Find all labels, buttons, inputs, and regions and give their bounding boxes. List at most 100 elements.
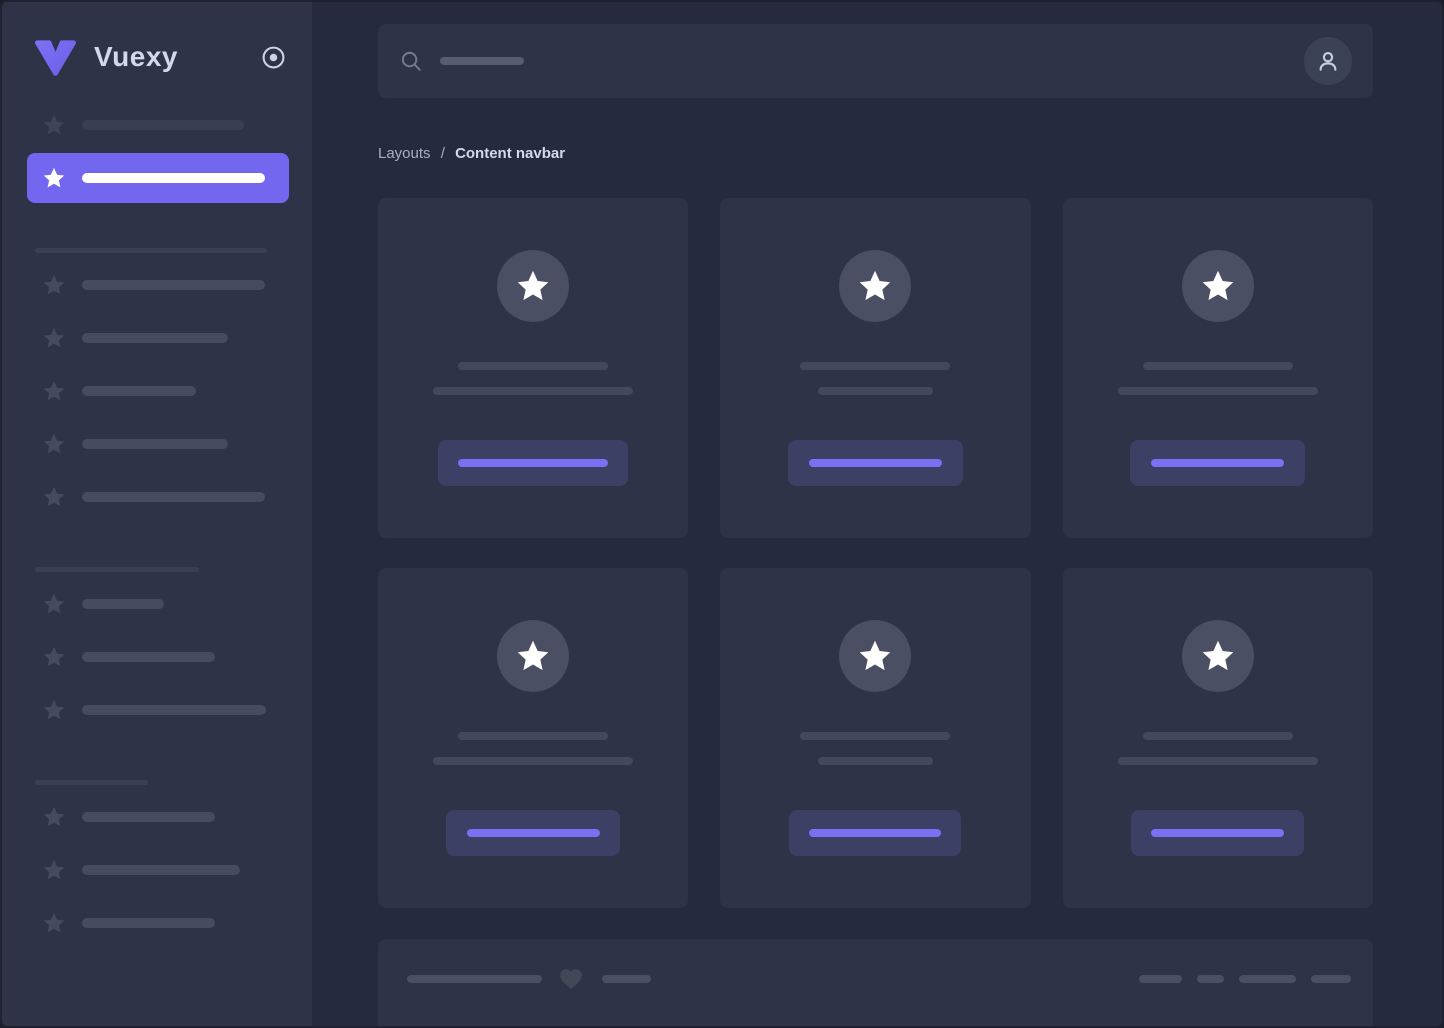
button-skeleton-bar [1151, 829, 1284, 837]
star-icon [1200, 638, 1236, 674]
card-skeleton-line [800, 362, 950, 370]
button-skeleton-bar [809, 459, 942, 467]
card-avatar [497, 620, 569, 692]
star-icon [857, 268, 893, 304]
brand-title: Vuexy [94, 41, 261, 73]
menu-item-skeleton-bar [82, 705, 266, 715]
menu-item-skeleton-bar [82, 173, 265, 183]
card-action-button[interactable] [789, 810, 961, 856]
card-skeleton-line [818, 757, 933, 765]
card-avatar [497, 250, 569, 322]
menu-item-skeleton-bar [82, 865, 240, 875]
sidebar-menu-item[interactable] [2, 100, 312, 150]
menu-item-skeleton-bar [82, 386, 196, 396]
button-skeleton-bar [467, 829, 600, 837]
footer-row [378, 939, 1373, 1019]
menu-item-skeleton-bar [82, 333, 228, 343]
card-action-button[interactable] [788, 440, 963, 486]
content-card [1063, 198, 1373, 538]
star-icon [42, 858, 66, 882]
menu-item-skeleton-bar [82, 280, 265, 290]
footer-skeleton-bar [602, 975, 651, 983]
content-card [378, 568, 688, 908]
card-skeleton-line [458, 362, 608, 370]
breadcrumb-parent[interactable]: Layouts [378, 145, 431, 162]
footer-right-group [1139, 975, 1351, 983]
card-grid [378, 198, 1373, 908]
sidebar-menu-item[interactable] [2, 366, 312, 416]
star-icon [42, 166, 66, 190]
star-icon [42, 805, 66, 829]
menu-item-skeleton-bar [82, 492, 265, 502]
footer-skeleton-bar [1197, 975, 1224, 983]
sidebar-section-header-skeleton [35, 780, 148, 785]
sidebar-menu-item[interactable] [2, 632, 312, 682]
card-skeleton-line [458, 732, 608, 740]
card-action-button[interactable] [1131, 810, 1304, 856]
card-avatar [1182, 250, 1254, 322]
sidebar-menu-item[interactable] [2, 419, 312, 469]
card-skeleton-line [818, 387, 933, 395]
card-action-button[interactable] [438, 440, 628, 486]
vuexy-logo-icon [32, 37, 79, 77]
content-card [720, 568, 1030, 908]
star-icon [1200, 268, 1236, 304]
card-action-button[interactable] [1130, 440, 1305, 486]
star-icon [515, 268, 551, 304]
sidebar-menu-item[interactable] [2, 472, 312, 522]
menu-item-skeleton-bar [82, 812, 215, 822]
search-icon [400, 50, 423, 73]
card-avatar [1182, 620, 1254, 692]
star-icon [42, 911, 66, 935]
card-action-button[interactable] [446, 810, 620, 856]
card-skeleton-line [1118, 757, 1318, 765]
sidebar-section-header-skeleton [35, 248, 267, 253]
menu-item-skeleton-bar [82, 652, 215, 662]
breadcrumb-current: Content navbar [455, 145, 565, 162]
card-avatar [839, 250, 911, 322]
sidebar-section-header-skeleton [35, 567, 199, 572]
breadcrumb-separator: / [441, 145, 445, 162]
menu-item-skeleton-bar [82, 439, 228, 449]
star-icon [42, 645, 66, 669]
sidebar-header: Vuexy [2, 2, 312, 98]
star-icon [42, 485, 66, 509]
star-icon [42, 379, 66, 403]
search-placeholder-skeleton [440, 57, 524, 65]
sidebar-menu-item[interactable] [2, 898, 312, 948]
sidebar-menu-item[interactable] [2, 685, 312, 735]
menu-item-skeleton-bar [82, 599, 164, 609]
content-card [720, 198, 1030, 538]
card-skeleton-line [433, 757, 633, 765]
menu-item-skeleton-bar [82, 120, 244, 130]
button-skeleton-bar [458, 459, 608, 467]
star-icon [42, 698, 66, 722]
sidebar-menu [2, 98, 312, 948]
footer-skeleton-bar [1311, 975, 1351, 983]
sidebar-menu-item[interactable] [2, 579, 312, 629]
sidebar-menu-item[interactable] [2, 260, 312, 310]
breadcrumb: Layouts / Content navbar [378, 145, 1373, 162]
star-icon [42, 432, 66, 456]
button-skeleton-bar [809, 829, 941, 837]
star-icon [857, 638, 893, 674]
radio-circle-icon[interactable] [261, 45, 286, 70]
main-content: Layouts / Content navbar [312, 2, 1442, 1026]
sidebar-menu-item[interactable] [2, 313, 312, 363]
footer-skeleton-bar [1139, 975, 1182, 983]
sidebar-menu-item[interactable] [2, 845, 312, 895]
card-skeleton-line [1143, 362, 1293, 370]
card-skeleton-line [433, 387, 633, 395]
star-icon [42, 592, 66, 616]
user-avatar[interactable] [1304, 37, 1352, 85]
star-icon [42, 273, 66, 297]
button-skeleton-bar [1151, 459, 1284, 467]
card-skeleton-line [1143, 732, 1293, 740]
card-skeleton-line [1118, 387, 1318, 395]
footer-skeleton-bar [1239, 975, 1296, 983]
sidebar-menu-item[interactable] [27, 153, 289, 203]
search-input[interactable] [400, 50, 1304, 73]
content-card [378, 198, 688, 538]
sidebar-menu-item[interactable] [2, 792, 312, 842]
heart-icon[interactable] [558, 966, 584, 992]
